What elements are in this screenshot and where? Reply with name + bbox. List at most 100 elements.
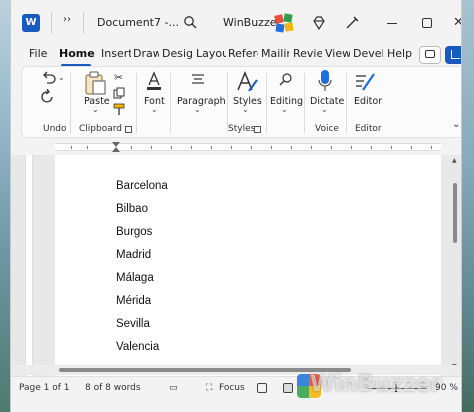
ruler-tick: [271, 146, 272, 149]
title-bar: W ›› Document7 -... WinBuzzer . ✕: [11, 0, 461, 42]
vertical-scroll-thumb[interactable]: [453, 183, 457, 243]
tab-insert[interactable]: Insert: [101, 47, 131, 60]
desktop-background-right: [460, 0, 474, 412]
word-count[interactable]: 8 of 8 words: [85, 383, 141, 393]
share-button[interactable]: [445, 46, 461, 64]
hanging-indent-marker[interactable]: [112, 147, 120, 152]
font-icon[interactable]: [146, 71, 162, 91]
ruler-tick: [231, 146, 232, 149]
undo-dropdown-icon[interactable]: ⌄: [58, 73, 65, 82]
paragraph-icon[interactable]: [190, 73, 206, 87]
ribbon-separator: [170, 73, 171, 133]
vertical-scrollbar[interactable]: ▲ ▼: [451, 155, 461, 376]
ruler-tick: [87, 146, 88, 149]
font-dropdown-icon[interactable]: ⌄: [151, 105, 158, 114]
ruler-tick: [151, 146, 152, 149]
document-title[interactable]: Document7 -...: [97, 16, 179, 29]
editing-dropdown-icon[interactable]: ⌄: [281, 105, 288, 114]
tab-design[interactable]: Design: [162, 47, 192, 60]
maximize-icon[interactable]: [422, 18, 432, 28]
ruler-tick: [391, 146, 392, 149]
editor-group-label: Editor: [355, 124, 382, 134]
tab-file[interactable]: File: [29, 47, 47, 60]
quick-access-more-button[interactable]: ››: [63, 14, 71, 25]
avatar[interactable]: [273, 12, 295, 34]
word-app-icon[interactable]: W: [22, 14, 40, 32]
document-line[interactable]: Valencia: [116, 341, 159, 353]
tab-help[interactable]: Help: [387, 47, 415, 60]
ribbon-separator: [346, 73, 347, 133]
title-separator: [51, 12, 52, 34]
tab-developer[interactable]: Developer: [353, 47, 383, 60]
ruler-tick: [411, 146, 412, 149]
vertical-ruler: [25, 155, 33, 376]
document-line[interactable]: Málaga: [116, 272, 154, 284]
ribbon-separator: [136, 73, 137, 133]
horizontal-ruler[interactable]: [11, 140, 461, 154]
cut-icon[interactable]: ✂: [114, 71, 123, 84]
tab-review[interactable]: Review: [293, 47, 322, 60]
ruler-tick: [331, 146, 332, 149]
accessibility-icon[interactable]: ▭: [169, 383, 178, 393]
microphone-icon[interactable]: [318, 69, 332, 93]
document-line[interactable]: Burgos: [116, 226, 152, 238]
share-icon: [451, 50, 460, 59]
styles-icon[interactable]: [235, 70, 259, 94]
paste-icon[interactable]: [84, 71, 106, 95]
watermark-text: WinBuzzer: [310, 372, 442, 397]
document-line[interactable]: Barcelona: [116, 180, 168, 192]
ruler-tick: [311, 146, 312, 149]
ruler-tick: [291, 146, 292, 149]
pen-icon[interactable]: [344, 15, 360, 31]
diamond-icon[interactable]: [311, 15, 327, 31]
document-page[interactable]: Barcelona Bilbao Burgos Madrid Málaga Mé…: [55, 155, 441, 376]
tab-mailings[interactable]: Mailings: [261, 47, 289, 60]
document-line[interactable]: Madrid: [116, 249, 151, 261]
paragraph-label[interactable]: Paragraph: [177, 96, 226, 107]
print-layout-icon[interactable]: [283, 383, 293, 393]
search-icon[interactable]: [183, 15, 197, 29]
ribbon: ⌄ Undo Paste ⌄ ✂ Clipboard Font ⌄ Paragr…: [21, 66, 461, 138]
tab-layout[interactable]: Layout: [196, 47, 226, 60]
paste-dropdown-icon[interactable]: ⌄: [92, 105, 99, 114]
tab-view[interactable]: View: [325, 47, 350, 60]
minimize-icon[interactable]: [387, 23, 397, 24]
editor-icon[interactable]: [354, 70, 376, 92]
document-line[interactable]: Sevilla: [116, 318, 150, 330]
focus-label[interactable]: Focus: [219, 383, 245, 393]
styles-launcher-icon[interactable]: [254, 126, 261, 133]
comments-button[interactable]: [419, 46, 441, 64]
ruler-tick: [371, 146, 372, 149]
document-line[interactable]: Bilbao: [116, 203, 148, 215]
copy-icon[interactable]: [113, 87, 125, 99]
redo-icon[interactable]: [40, 89, 56, 105]
dictate-dropdown-icon[interactable]: ⌄: [321, 105, 328, 114]
horizontal-scroll-thumb[interactable]: [59, 368, 351, 372]
comment-icon: [425, 50, 435, 58]
editor-label[interactable]: Editor: [354, 96, 382, 107]
document-line[interactable]: Mérida: [116, 295, 151, 307]
scroll-up-icon[interactable]: ▲: [452, 157, 457, 164]
ruler-tick: [211, 146, 212, 149]
read-mode-icon[interactable]: [257, 383, 267, 393]
ruler-tick: [431, 146, 432, 149]
tab-draw[interactable]: Draw: [133, 47, 159, 60]
ribbon-separator: [304, 73, 305, 133]
voice-group-label: Voice: [315, 124, 339, 134]
clipboard-launcher-icon[interactable]: [125, 126, 132, 133]
ruler-tick: [351, 146, 352, 149]
ribbon-separator: [70, 73, 71, 133]
ruler-tick: [191, 146, 192, 149]
tab-references[interactable]: References: [228, 47, 258, 60]
close-icon[interactable]: ✕: [453, 15, 461, 30]
ruler-tick: [131, 146, 132, 149]
tab-home[interactable]: Home: [59, 47, 95, 60]
collapse-ribbon-icon[interactable]: ⌄: [452, 119, 460, 130]
undo-icon[interactable]: [40, 71, 58, 85]
editing-search-icon[interactable]: [279, 72, 293, 86]
page-indicator[interactable]: Page 1 of 1: [19, 383, 70, 393]
format-painter-icon[interactable]: [113, 103, 126, 116]
styles-dropdown-icon[interactable]: ⌄: [242, 105, 249, 114]
paragraph-dropdown-icon[interactable]: ⌄: [194, 105, 201, 114]
focus-icon[interactable]: ⛶: [206, 383, 212, 393]
